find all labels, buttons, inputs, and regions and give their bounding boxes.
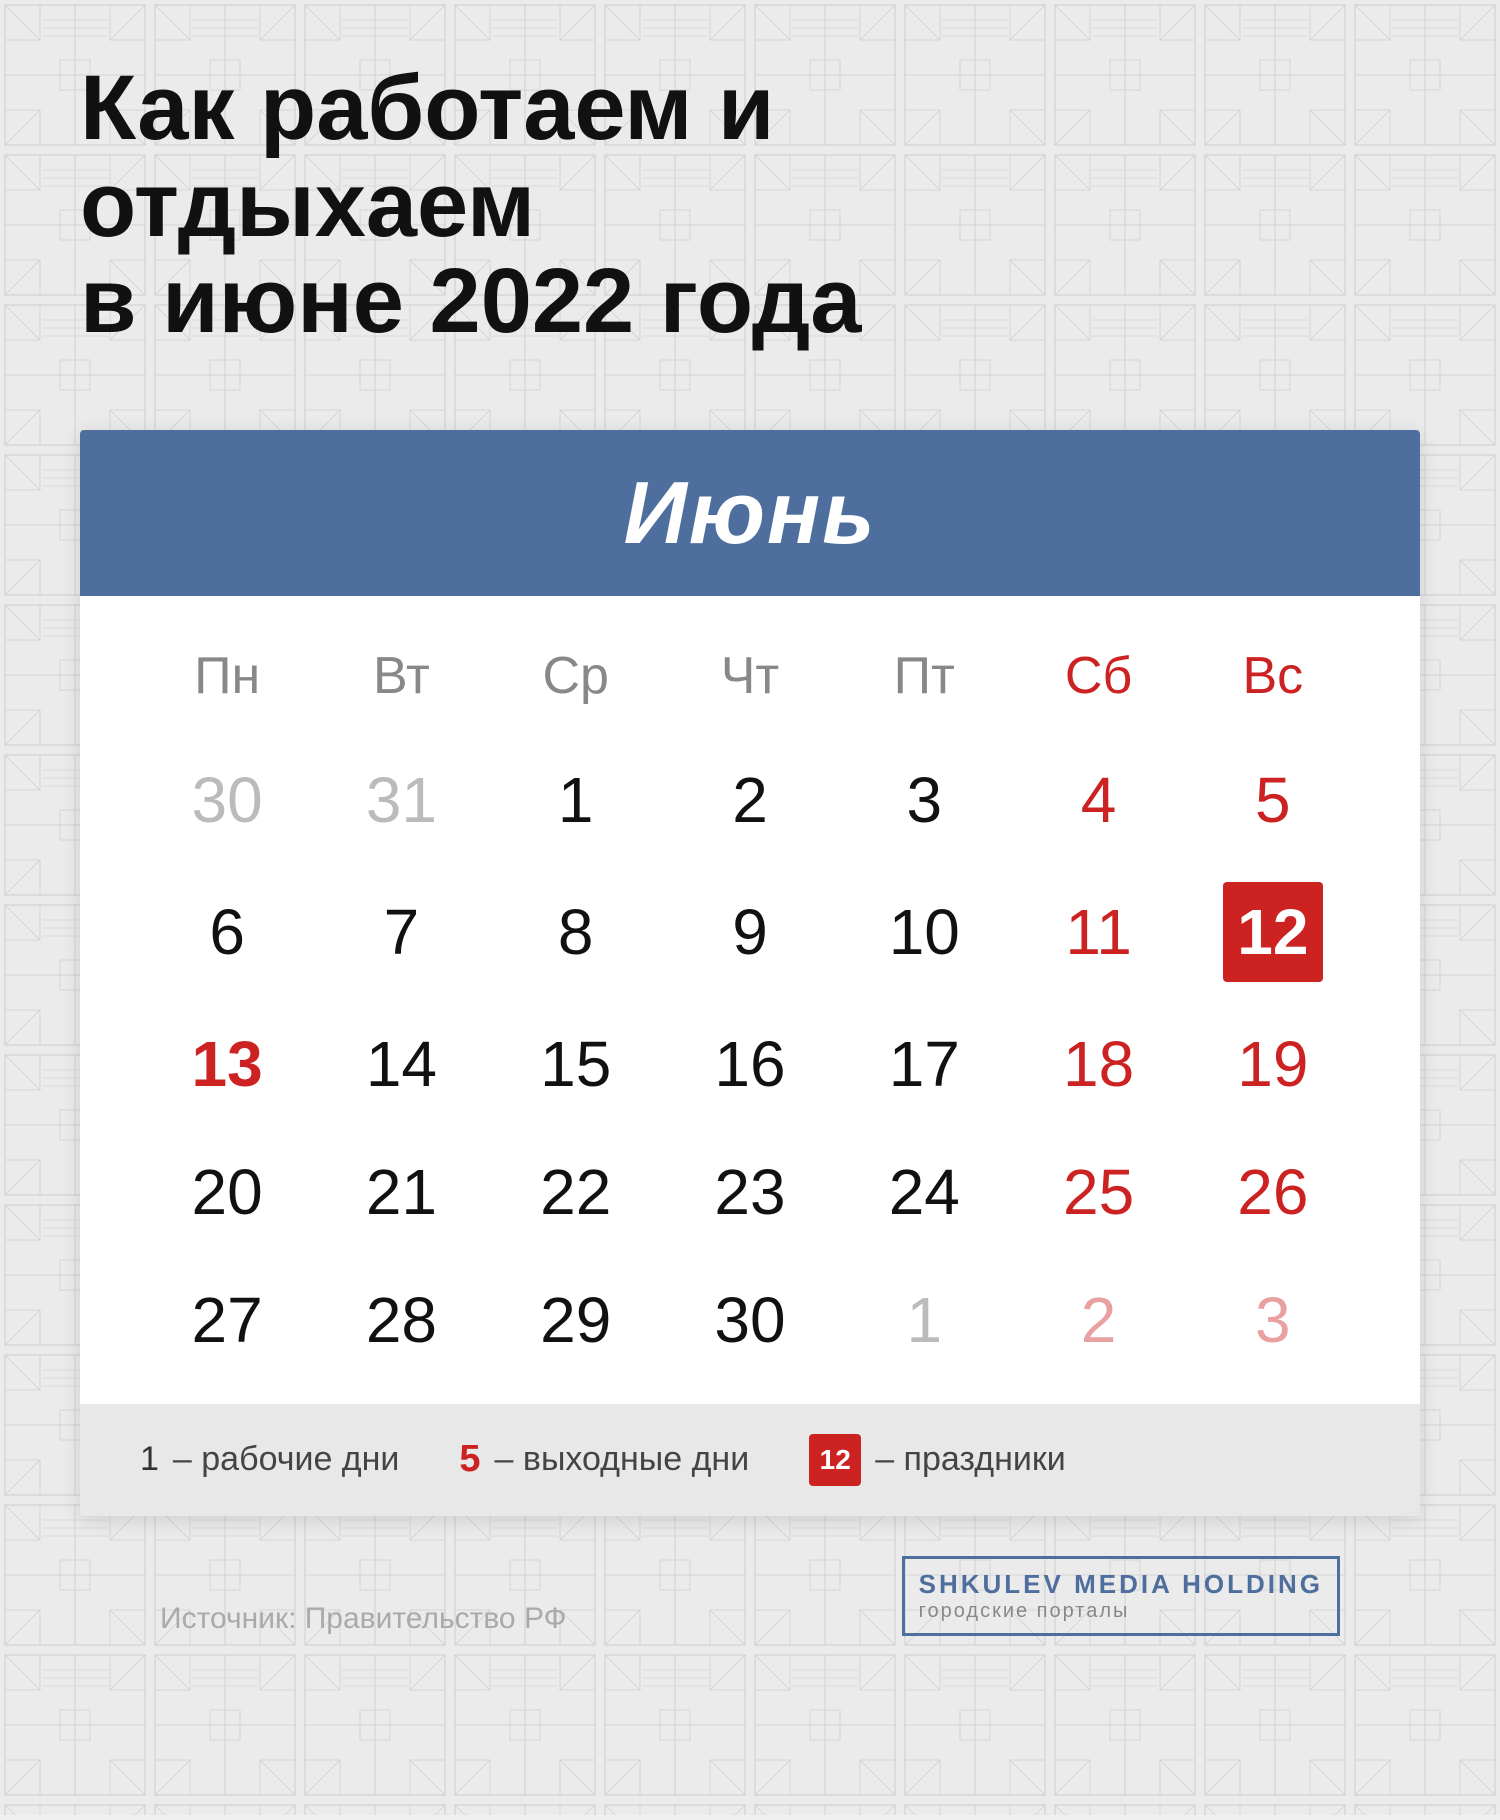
cell-w3-wed: 15 [489, 1000, 663, 1128]
legend-weekend-text: – выходные дни [495, 1440, 750, 1479]
cell-w2-fri: 10 [837, 864, 1011, 1000]
cell-w3-fri: 17 [837, 1000, 1011, 1128]
cell-w3-thu: 16 [663, 1000, 837, 1128]
cell-w2-mon: 6 [140, 864, 314, 1000]
brand-sub: городские порталы [919, 1600, 1323, 1623]
cell-w4-thu: 23 [663, 1128, 837, 1256]
day-header-sat: Сб [1011, 626, 1185, 736]
day-header-fri: Пт [837, 626, 1011, 736]
cell-w1-sun: 5 [1186, 736, 1360, 864]
cell-w4-mon: 20 [140, 1128, 314, 1256]
legend-holiday-badge: 12 [809, 1434, 861, 1486]
brand-name: SHKULEV MEDIA HOLDING [919, 1569, 1323, 1600]
cell-w1-fri: 3 [837, 736, 1011, 864]
source-text: Источник: Правительство РФ [160, 1602, 566, 1636]
day-header-sun: Вс [1186, 626, 1360, 736]
cell-w1-thu: 2 [663, 736, 837, 864]
brand-box: SHKULEV MEDIA HOLDING городские порталы [902, 1556, 1340, 1636]
month-title: Июнь [80, 462, 1420, 564]
brand-area: SHKULEV MEDIA HOLDING городские порталы [902, 1556, 1340, 1636]
cell-w2-sat: 11 [1011, 864, 1185, 1000]
cell-w5-fri: 1 [837, 1256, 1011, 1384]
legend-workday-num: 1 [140, 1440, 159, 1479]
cell-w4-tue: 21 [314, 1128, 488, 1256]
legend: 1 – рабочие дни 5 – выходные дни 12 – пр… [80, 1404, 1420, 1516]
cell-w4-sun: 26 [1186, 1128, 1360, 1256]
cell-w3-tue: 14 [314, 1000, 488, 1128]
legend-weekend: 5 – выходные дни [459, 1438, 749, 1481]
cell-w2-sun: 12 [1186, 864, 1360, 1000]
brand-name-part1: SHKULEV [919, 1569, 1064, 1599]
page-title: Как работаем и отдыхаем в июне 2022 года [80, 60, 980, 350]
cell-w5-mon: 27 [140, 1256, 314, 1384]
cell-w4-fri: 24 [837, 1128, 1011, 1256]
cell-w3-mon: 13 [140, 1000, 314, 1128]
main-content: Как работаем и отдыхаем в июне 2022 года… [0, 0, 1500, 1736]
cell-w2-tue: 7 [314, 864, 488, 1000]
calendar-header: Июнь [80, 430, 1420, 596]
cell-w3-sat: 18 [1011, 1000, 1185, 1128]
cell-w1-mon: 30 [140, 736, 314, 864]
cell-w1-tue: 31 [314, 736, 488, 864]
cell-w5-wed: 29 [489, 1256, 663, 1384]
legend-holiday-text: – праздники [875, 1440, 1066, 1479]
legend-workday-text: – рабочие дни [173, 1440, 399, 1479]
footer: Источник: Правительство РФ SHKULEV MEDIA… [80, 1516, 1420, 1676]
cell-w3-sun: 19 [1186, 1000, 1360, 1128]
day-header-mon: Пн [140, 626, 314, 736]
calendar-body: Пн Вт Ср Чт Пт Сб Вс 30 31 1 2 3 4 5 6 7… [80, 596, 1420, 1404]
cell-w2-thu: 9 [663, 864, 837, 1000]
calendar: Июнь Пн Вт Ср Чт Пт Сб Вс 30 31 1 2 3 4 … [80, 430, 1420, 1516]
legend-workday: 1 – рабочие дни [140, 1440, 399, 1479]
cell-w2-wed: 8 [489, 864, 663, 1000]
cell-w4-sat: 25 [1011, 1128, 1185, 1256]
brand-name-part2: MEDIA HOLDING [1064, 1569, 1323, 1599]
cell-w5-tue: 28 [314, 1256, 488, 1384]
cell-w1-sat: 4 [1011, 736, 1185, 864]
legend-holiday: 12 – праздники [809, 1434, 1066, 1486]
legend-weekend-num: 5 [459, 1438, 480, 1481]
day-header-tue: Вт [314, 626, 488, 736]
calendar-grid: Пн Вт Ср Чт Пт Сб Вс 30 31 1 2 3 4 5 6 7… [140, 626, 1360, 1384]
cell-w5-thu: 30 [663, 1256, 837, 1384]
cell-w4-wed: 22 [489, 1128, 663, 1256]
day-header-thu: Чт [663, 626, 837, 736]
cell-w5-sun: 3 [1186, 1256, 1360, 1384]
cell-w1-wed: 1 [489, 736, 663, 864]
day-header-wed: Ср [489, 626, 663, 736]
cell-w5-sat: 2 [1011, 1256, 1185, 1384]
